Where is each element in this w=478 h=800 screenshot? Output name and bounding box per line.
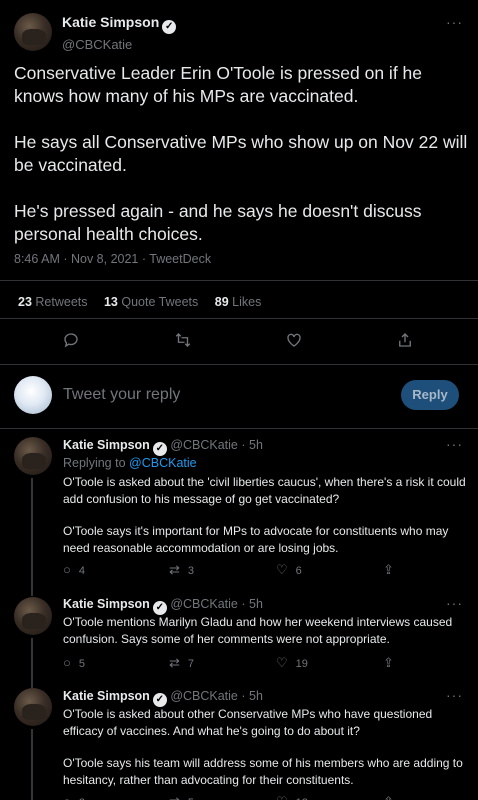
- reply-header: Katie Simpson ✓ @CBCKatie · 5h: [63, 689, 263, 707]
- share-icon: ⇪: [383, 794, 394, 800]
- author-handle-time[interactable]: @CBCKatie · 5h: [170, 438, 263, 452]
- author-name[interactable]: Katie Simpson: [63, 438, 150, 452]
- more-dots-icon[interactable]: ···: [446, 687, 463, 703]
- reply-paragraph: O'Toole says his team will address some …: [63, 756, 463, 787]
- tweet-timestamp[interactable]: 8:46 AM · Nov 8, 2021 · TweetDeck: [14, 252, 211, 266]
- divider: [0, 318, 478, 319]
- retweet-icon: ⇄: [169, 562, 180, 577]
- reply-paragraph: O'Toole says it's important for MPs to a…: [63, 524, 449, 555]
- share-action[interactable]: ⇪: [383, 562, 402, 578]
- reply-header: Katie Simpson ✓ @CBCKatie · 5h: [63, 597, 263, 615]
- verified-badge-icon: ✓: [162, 20, 177, 34]
- author-avatar[interactable]: [14, 597, 52, 635]
- verified-badge-icon: ✓: [152, 693, 167, 707]
- retweets-stat[interactable]: 23 Retweets: [18, 295, 88, 309]
- tweet-text: Conservative Leader Erin O'Toole is pres…: [14, 62, 469, 269]
- more-dots-icon[interactable]: ···: [446, 595, 463, 611]
- reply-bubble-icon: ○: [63, 562, 71, 577]
- author-name[interactable]: Katie Simpson: [62, 14, 159, 30]
- likes-stat[interactable]: 89 Likes: [215, 295, 262, 309]
- author-name[interactable]: Katie Simpson: [63, 689, 150, 703]
- replying-to-handle[interactable]: @CBCKatie: [129, 456, 197, 470]
- retweet-icon: ⇄: [169, 794, 180, 800]
- share-icon[interactable]: [396, 331, 414, 354]
- reply-text: O'Toole is asked about the 'civil libert…: [63, 474, 468, 572]
- tweet-paragraph: He's pressed again - and he says he does…: [14, 201, 422, 244]
- retweet-action[interactable]: ⇄ 3: [169, 562, 194, 578]
- reply-bubble-icon[interactable]: [62, 331, 80, 354]
- share-action[interactable]: ⇪: [383, 794, 402, 800]
- reply-input[interactable]: Tweet your reply: [63, 386, 180, 404]
- author-header: Katie Simpson ✓ @CBCKatie: [62, 14, 177, 52]
- more-dots-icon[interactable]: ···: [446, 14, 463, 30]
- reply-action[interactable]: ○2: [63, 794, 85, 800]
- reply-actions: ○ 5 ⇄ 7 ♡ 19 ⇪: [63, 655, 463, 673]
- reply-paragraph: O'Toole is asked about the 'civil libert…: [63, 475, 466, 506]
- author-handle-time[interactable]: @CBCKatie · 5h: [170, 597, 263, 611]
- reply-text: O'Toole is asked about other Conservativ…: [63, 706, 468, 800]
- thread-line: [31, 586, 33, 596]
- heart-icon[interactable]: [285, 331, 303, 354]
- divider: [0, 428, 478, 429]
- tweet-paragraph: He says all Conservative MPs who show up…: [14, 132, 468, 175]
- author-handle-time[interactable]: @CBCKatie · 5h: [170, 689, 263, 703]
- thread-line: [31, 638, 33, 688]
- author-avatar[interactable]: [14, 688, 52, 726]
- like-action[interactable]: ♡ 6: [276, 562, 302, 578]
- reply-button[interactable]: Reply: [401, 380, 459, 410]
- replying-to: Replying to @CBCKatie: [63, 456, 197, 470]
- author-avatar[interactable]: [14, 13, 52, 51]
- author-handle[interactable]: @CBCKatie: [62, 37, 176, 52]
- share-icon: ⇪: [383, 562, 394, 577]
- reply-action[interactable]: ○ 4: [63, 562, 85, 577]
- author-avatar[interactable]: [14, 437, 52, 475]
- divider: [0, 364, 478, 365]
- tweet-stats: 23 Retweets 13 Quote Tweets 89 Likes: [18, 295, 274, 309]
- quote-tweets-stat[interactable]: 13 Quote Tweets: [104, 295, 198, 309]
- verified-badge-icon: ✓: [152, 442, 167, 456]
- retweet-action[interactable]: ⇄5: [169, 794, 194, 800]
- author-name[interactable]: Katie Simpson: [63, 597, 150, 611]
- heart-icon: ♡: [276, 794, 288, 800]
- reply-bubble-icon: ○: [63, 794, 71, 800]
- reply-paragraph: O'Toole mentions Marilyn Gladu and how h…: [63, 615, 453, 646]
- heart-icon: ♡: [276, 655, 288, 670]
- verified-badge-icon: ✓: [152, 601, 167, 615]
- share-action[interactable]: ⇪: [383, 655, 402, 671]
- share-icon: ⇪: [383, 655, 394, 670]
- like-action[interactable]: ♡ 19: [276, 655, 308, 671]
- reply-actions: ○ 4 ⇄ 3 ♡ 6 ⇪: [63, 562, 463, 580]
- retweet-icon[interactable]: [174, 331, 192, 354]
- like-action[interactable]: ♡12: [276, 794, 308, 800]
- divider: [0, 280, 478, 281]
- tweet-actions: [0, 331, 478, 355]
- heart-icon: ♡: [276, 562, 288, 577]
- reply-actions: ○2 ⇄5 ♡12 ⇪: [63, 794, 463, 800]
- tweet-paragraph: Conservative Leader Erin O'Toole is pres…: [14, 63, 423, 106]
- thread-line: [31, 729, 33, 800]
- thread-line: [31, 478, 33, 586]
- reply-header: Katie Simpson ✓ @CBCKatie · 5h: [63, 438, 263, 456]
- reply-paragraph: O'Toole is asked about other Conservativ…: [63, 707, 433, 738]
- more-dots-icon[interactable]: ···: [446, 436, 463, 452]
- user-avatar[interactable]: [14, 376, 52, 414]
- reply-action[interactable]: ○ 5: [63, 655, 85, 670]
- retweet-icon: ⇄: [169, 655, 180, 670]
- reply-bubble-icon: ○: [63, 655, 71, 670]
- retweet-action[interactable]: ⇄ 7: [169, 655, 194, 671]
